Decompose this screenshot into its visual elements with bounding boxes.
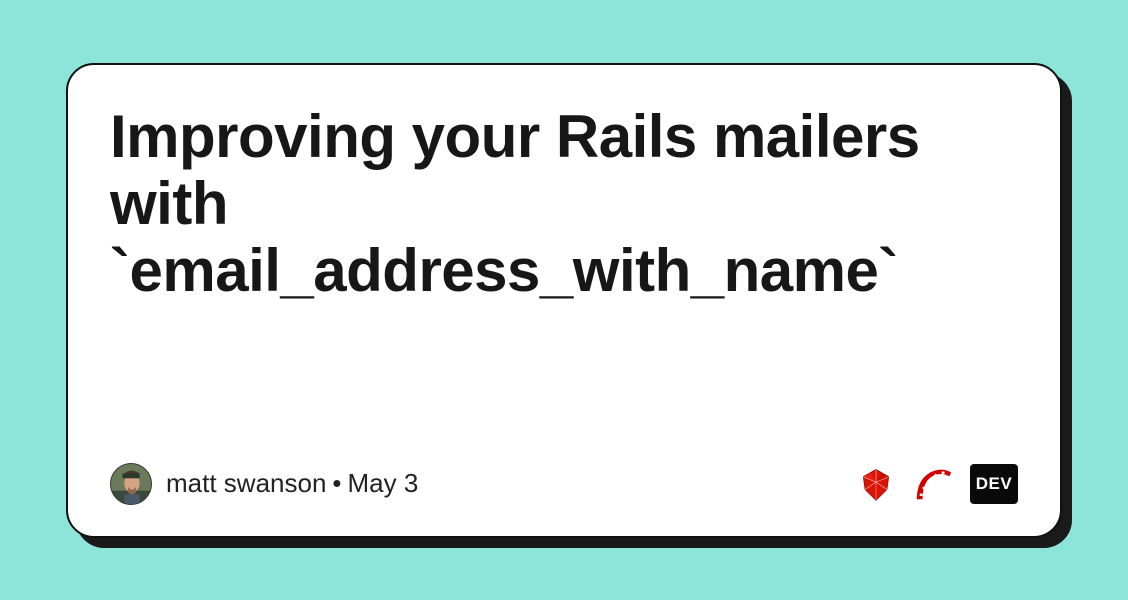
- dev-badge-label: DEV: [976, 474, 1012, 494]
- card-body: Improving your Rails mailers with `email…: [66, 63, 1062, 538]
- post-title: Improving your Rails mailers with `email…: [110, 103, 1018, 305]
- author-name: matt swanson: [166, 468, 326, 498]
- post-date: May 3: [348, 468, 419, 498]
- author-avatar: [110, 463, 152, 505]
- social-card: Improving your Rails mailers with `email…: [66, 63, 1062, 538]
- rails-icon: [912, 462, 956, 506]
- separator-dot: •: [332, 468, 341, 498]
- ruby-icon: [854, 462, 898, 506]
- card-footer: matt swanson•May 3: [110, 462, 1018, 506]
- byline-text: matt swanson•May 3: [166, 468, 418, 499]
- byline: matt swanson•May 3: [110, 463, 418, 505]
- dev-badge: DEV: [970, 464, 1018, 504]
- tag-icons: DEV: [854, 462, 1018, 506]
